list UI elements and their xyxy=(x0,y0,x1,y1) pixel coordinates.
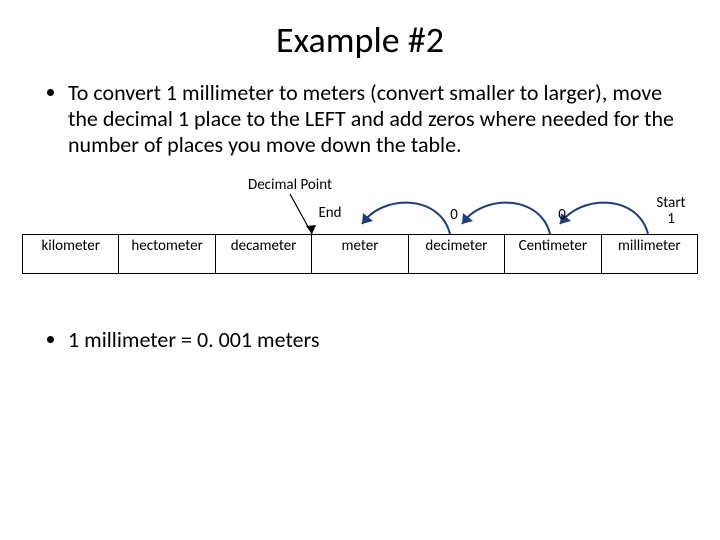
result-block: 1 millimeter = 0. 001 meters xyxy=(0,296,720,353)
unit-cell-hectometer: hectometer xyxy=(119,234,215,273)
unit-cell-decimeter: decimeter xyxy=(408,234,504,273)
end-label: End xyxy=(310,204,350,222)
result-bullet: 1 millimeter = 0. 001 meters xyxy=(68,326,674,353)
unit-cell-centimeter: Centimeter xyxy=(505,234,601,273)
slide-title: Example #2 xyxy=(0,0,720,62)
unit-cell-meter: meter xyxy=(312,234,408,273)
hop-arrowhead-3-icon xyxy=(362,213,373,224)
pointer-arrowhead-icon xyxy=(306,225,316,234)
hop-arc-2 xyxy=(462,202,550,233)
zero-b: 0 xyxy=(552,206,572,224)
unit-cell-decameter: decameter xyxy=(215,234,311,273)
unit-cell-kilometer: kilometer xyxy=(23,234,119,273)
start-value: 1 xyxy=(646,210,696,228)
body-text-block: To convert 1 millimeter to meters (conve… xyxy=(0,62,720,158)
table-row: kilometer hectometer decameter meter dec… xyxy=(23,234,698,273)
conversion-diagram: Decimal Point End Start 1 0 0 kilometer … xyxy=(20,176,700,296)
units-table: kilometer hectometer decameter meter dec… xyxy=(22,234,698,274)
zero-a: 0 xyxy=(444,206,464,224)
bullet-1: To convert 1 millimeter to meters (conve… xyxy=(68,80,674,158)
slide: Example #2 To convert 1 millimeter to me… xyxy=(0,0,720,540)
decimal-point-label: Decimal Point xyxy=(235,176,345,194)
hop-arc-1 xyxy=(560,202,648,233)
unit-cell-millimeter: millimeter xyxy=(601,234,697,273)
hop-arc-3 xyxy=(362,202,450,233)
pointer-line xyxy=(290,194,312,234)
